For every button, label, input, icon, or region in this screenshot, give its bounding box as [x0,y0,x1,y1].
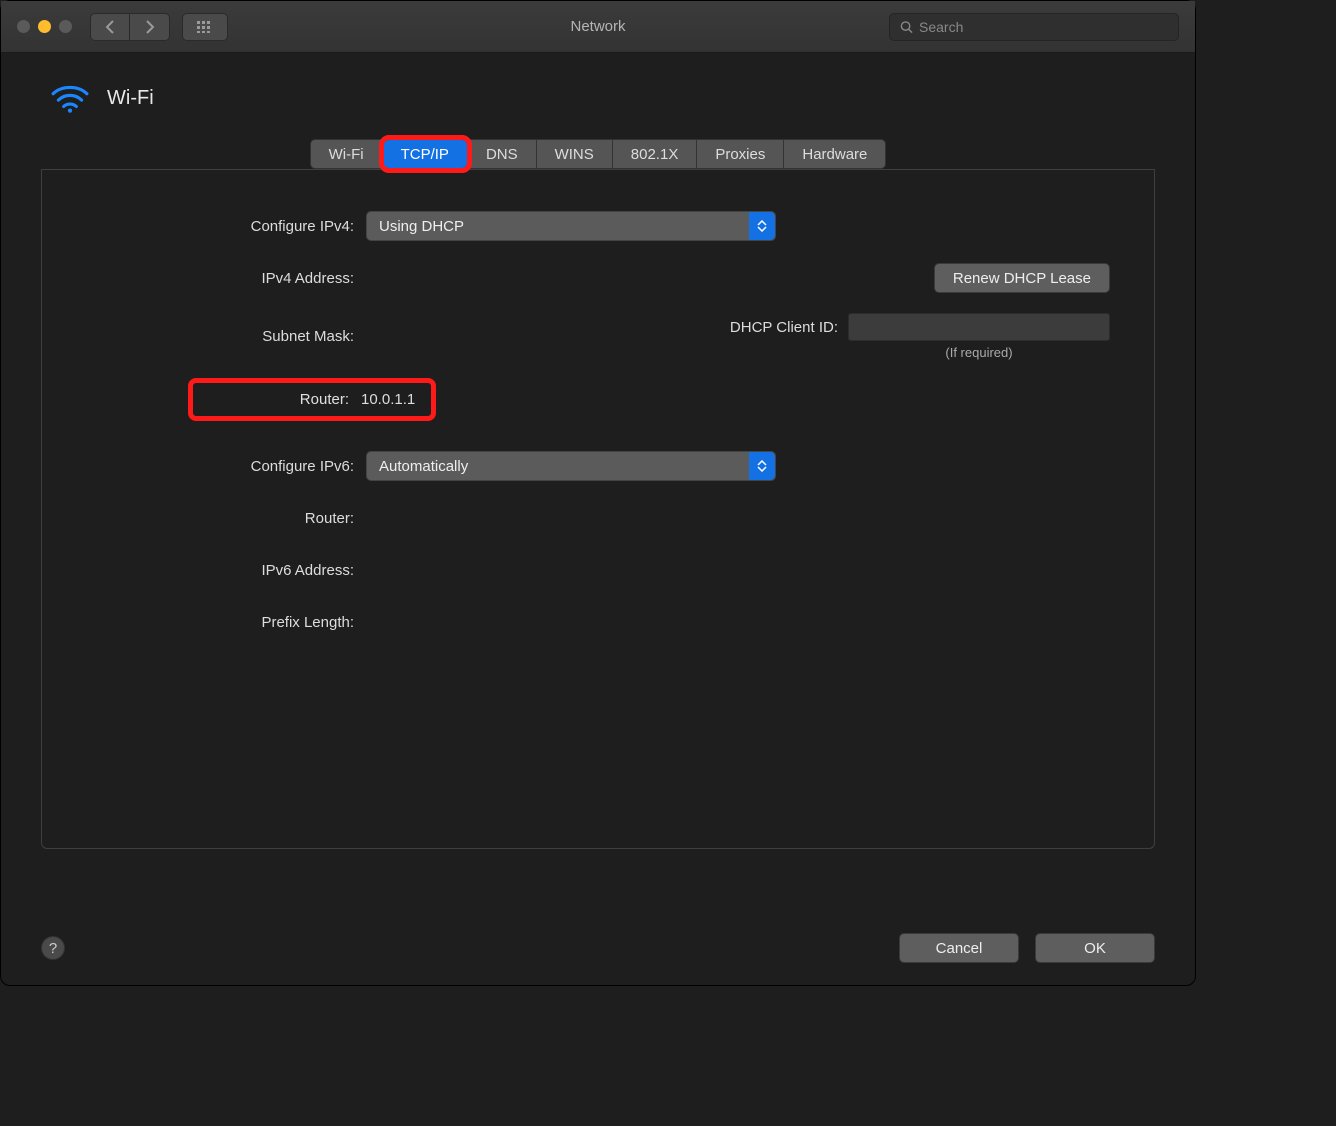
cancel-button[interactable]: Cancel [899,933,1019,963]
tab-wins[interactable]: WINS [537,139,613,169]
chevron-updown-icon [749,212,775,240]
settings-panel: Configure IPv4: Using DHCP IPv4 Address:… [41,169,1155,849]
value-router: 10.0.1.1 [361,391,415,408]
renew-dhcp-button[interactable]: Renew DHCP Lease [934,263,1110,293]
ok-button[interactable]: OK [1035,933,1155,963]
traffic-lights [17,20,72,33]
row-configure-ipv6: Configure IPv6: Automatically [86,449,1110,483]
select-configure-ipv4-value: Using DHCP [379,218,464,235]
forward-button[interactable] [130,13,170,41]
back-button[interactable] [90,13,130,41]
grid-icon [197,21,213,33]
label-router6: Router: [86,510,366,527]
label-dhcp-client-id: DHCP Client ID: [730,319,838,336]
wifi-icon [51,83,89,113]
search-input[interactable] [919,19,1168,35]
titlebar: Network [1,1,1195,53]
row-configure-ipv4: Configure IPv4: Using DHCP [86,209,1110,243]
label-subnet-mask: Subnet Mask: [86,328,366,345]
footer: ? Cancel OK [41,933,1155,963]
chevron-right-icon [145,20,155,34]
label-configure-ipv4: Configure IPv4: [86,218,366,235]
select-configure-ipv6[interactable]: Automatically [366,451,776,481]
navigation-buttons [90,13,170,41]
hint-dhcp-client-id: (If required) [848,345,1110,360]
tab-bar: Wi-Fi TCP/IP DNS WINS 802.1X Proxies Har… [41,139,1155,169]
row-subnet-mask: Subnet Mask: DHCP Client ID: (If require… [86,313,1110,360]
label-configure-ipv6: Configure IPv6: [86,458,366,475]
input-dhcp-client-id[interactable] [848,313,1110,341]
tab-dns[interactable]: DNS [468,139,537,169]
maximize-window-button[interactable] [59,20,72,33]
row-router: Router: 10.0.1.1 [86,378,1110,421]
help-button[interactable]: ? [41,936,65,960]
search-icon [900,20,913,34]
chevron-updown-icon [749,452,775,480]
label-ipv6-address: IPv6 Address: [86,562,366,579]
content-area: Wi-Fi Wi-Fi TCP/IP DNS WINS 802.1X Proxi… [1,53,1195,869]
show-all-button[interactable] [182,13,228,41]
close-window-button[interactable] [17,20,30,33]
page-title: Wi-Fi [107,87,154,110]
minimize-window-button[interactable] [38,20,51,33]
tab-wifi[interactable]: Wi-Fi [310,139,383,169]
page-header: Wi-Fi [41,83,1155,113]
tab-8021x[interactable]: 802.1X [613,139,698,169]
row-router6: Router: [86,501,1110,535]
chevron-left-icon [105,20,115,34]
label-ipv4-address: IPv4 Address: [86,270,366,287]
select-configure-ipv6-value: Automatically [379,458,468,475]
tab-proxies[interactable]: Proxies [697,139,784,169]
tab-tcpip[interactable]: TCP/IP [383,139,468,169]
row-ipv4-address: IPv4 Address: Renew DHCP Lease [86,261,1110,295]
search-field[interactable] [889,13,1179,41]
label-router: Router: [201,391,361,408]
label-prefix-length: Prefix Length: [86,614,366,631]
select-configure-ipv4[interactable]: Using DHCP [366,211,776,241]
tab-hardware[interactable]: Hardware [784,139,886,169]
row-ipv6-address: IPv6 Address: [86,553,1110,587]
router-highlight: Router: 10.0.1.1 [188,378,436,421]
row-prefix-length: Prefix Length: [86,605,1110,639]
